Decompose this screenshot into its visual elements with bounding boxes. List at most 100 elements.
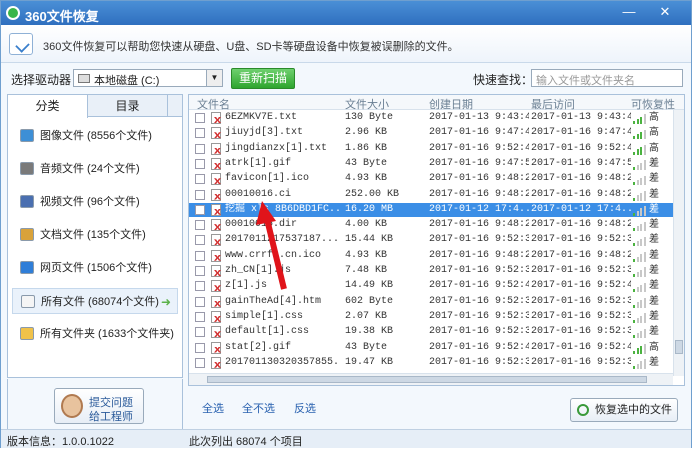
- table-row[interactable]: atrk[1].gif 43 Byte 2017-01-16 9:47:51 2017…: [189, 157, 673, 171]
- row-checkbox[interactable]: [195, 266, 205, 276]
- cell-name: default[1].css: [225, 326, 310, 338]
- table-row[interactable]: 挖掘 xls 8B6DBD1FC... 16.20 MB 2017-01-12 17…: [189, 202, 673, 218]
- category-item[interactable]: 所有文件 (68074个文件) ➜: [12, 288, 178, 314]
- table-row[interactable]: z[1].js 14.49 KB 2017-01-16 9:52:42 2017-01…: [189, 279, 673, 293]
- category-item[interactable]: 网页文件 (1506个文件): [12, 255, 178, 281]
- category-icon: [21, 295, 35, 308]
- signal-bars-icon: [633, 313, 647, 323]
- cell-accessed: 2017-01-16 9:48:25: [531, 249, 631, 261]
- col-accessed[interactable]: 最后访问: [531, 96, 575, 112]
- recover-button[interactable]: 恢复选中的文件: [570, 398, 678, 422]
- window-title: 360文件恢复: [25, 9, 99, 24]
- rescan-button[interactable]: 重新扫描: [231, 68, 295, 89]
- table-row[interactable]: 00010016.dir 4.00 KB 2017-01-16 9:48:23 201…: [189, 218, 673, 232]
- row-checkbox[interactable]: [195, 220, 205, 231]
- row-checkbox[interactable]: [195, 128, 205, 139]
- category-item[interactable]: 音频文件 (24个文件): [12, 156, 178, 182]
- drive-value: 本地磁盘 (C:): [94, 75, 160, 87]
- signal-bars-icon: [633, 359, 647, 369]
- recover-label: 恢复选中的文件: [595, 404, 672, 416]
- col-recoverable[interactable]: 可恢复性: [631, 96, 675, 112]
- col-size[interactable]: 文件大小: [345, 96, 389, 112]
- row-checkbox[interactable]: [195, 342, 205, 353]
- cell-size: 19.38 KB: [345, 326, 394, 338]
- scroll-thumb[interactable]: [675, 340, 683, 354]
- info-header: 360文件恢复可以帮助您快速从硬盘、U盘、SD卡等硬盘设备中恢复被误删除的文件。: [1, 25, 691, 63]
- signal-bars-icon: [633, 343, 647, 354]
- row-checkbox[interactable]: [195, 250, 205, 261]
- category-item[interactable]: 所有文件夹 (1633个文件夹): [12, 321, 178, 347]
- cell-name: 6EZMKV7E.txt: [225, 112, 298, 123]
- row-checkbox[interactable]: [195, 204, 205, 215]
- signal-bars-icon: [633, 114, 647, 124]
- col-name[interactable]: 文件名: [197, 96, 230, 112]
- table-row[interactable]: jingdianzx[1].txt 1.86 KB 2017-01-16 9:52:…: [189, 142, 673, 156]
- row-checkbox[interactable]: [195, 143, 205, 154]
- category-item[interactable]: 图像文件 (8556个文件): [12, 123, 178, 149]
- submit-issue-button[interactable]: 提交问题 给工程师: [54, 388, 144, 424]
- table-row[interactable]: 2017011217537187... 15.44 KB 2017-01-16 9:…: [189, 233, 673, 247]
- cell-size: 4.00 KB: [345, 219, 388, 231]
- deleted-file-icon: [211, 234, 221, 247]
- row-checkbox[interactable]: [195, 189, 205, 200]
- cell-created: 2017-01-16 9:47:51: [429, 157, 529, 169]
- table-row[interactable]: 6EZMKV7E.txt 130 Byte 2017-01-13 9:43:45 20…: [189, 111, 673, 125]
- minimize-button[interactable]: —: [617, 3, 641, 21]
- tab-category[interactable]: 分类: [8, 95, 88, 118]
- row-checkbox[interactable]: [195, 296, 205, 307]
- cell-recoverable: 差: [649, 280, 659, 292]
- cell-accessed: 2017-01-16 9:47:49: [531, 127, 631, 139]
- search-input[interactable]: 输入文件或文件夹名: [531, 69, 683, 87]
- cell-size: 2.07 KB: [345, 310, 388, 322]
- deleted-file-icon: [211, 280, 221, 293]
- table-row[interactable]: 00010016.ci 252.00 KB 2017-01-16 9:48:23 20…: [189, 188, 673, 202]
- chevron-down-icon[interactable]: ▼: [206, 70, 222, 86]
- table-row[interactable]: stat[2].gif 43 Byte 2017-01-16 9:52:40 2017…: [189, 341, 673, 355]
- table-row[interactable]: jiuyjd[3].txt 2.96 KB 2017-01-16 9:47:49 20…: [189, 126, 673, 140]
- cell-size: 130 Byte: [345, 112, 394, 123]
- tab-directory[interactable]: 目录: [88, 95, 168, 117]
- table-row[interactable]: default[1].css 19.38 KB 2017-01-16 9:52:38…: [189, 325, 673, 339]
- category-item[interactable]: 文档文件 (135个文件): [12, 222, 178, 248]
- row-checkbox[interactable]: [195, 311, 205, 322]
- row-checkbox[interactable]: [195, 158, 205, 169]
- table-row[interactable]: gainTheAd[4].htm 602 Byte 2017-01-16 9:52:…: [189, 295, 673, 309]
- category-icon: [20, 327, 34, 340]
- cell-name: z[1].js: [225, 280, 268, 292]
- hscroll-thumb[interactable]: [207, 376, 647, 383]
- cell-created: 2017-01-16 9:52:38: [429, 326, 529, 338]
- horizontal-scrollbar[interactable]: [189, 373, 673, 385]
- col-created[interactable]: 创建日期: [429, 96, 473, 112]
- cell-recoverable: 差: [649, 356, 659, 368]
- row-checkbox[interactable]: [195, 327, 205, 338]
- vertical-scrollbar[interactable]: [673, 110, 684, 376]
- cell-size: 602 Byte: [345, 295, 394, 307]
- cell-recoverable: 高: [649, 112, 659, 123]
- cell-accessed: 2017-01-16 9:52:39: [531, 234, 631, 246]
- row-checkbox[interactable]: [195, 174, 205, 185]
- action-bar: 全选 全不选 反选 恢复选中的文件: [188, 393, 685, 427]
- table-row[interactable]: 201701130320357855... 19.47 KB 2017-01-16 …: [189, 356, 673, 370]
- table-row[interactable]: simple[1].css 2.07 KB 2017-01-16 9:52:38 20…: [189, 310, 673, 324]
- category-icon: [20, 261, 34, 274]
- select-all-link[interactable]: 全选: [202, 400, 224, 416]
- table-row[interactable]: favicon[1].ico 4.93 KB 2017-01-16 9:48:25 2…: [189, 172, 673, 186]
- table-row[interactable]: zh_CN[1].js 7.48 KB 2017-01-16 9:52:38 2017…: [189, 264, 673, 278]
- table-row[interactable]: www.crrfs.cn.ico 4.93 KB 2017-01-16 9:48:2…: [189, 249, 673, 263]
- drive-select[interactable]: 本地磁盘 (C:) ▼: [73, 69, 223, 87]
- deleted-file-icon: [211, 188, 221, 201]
- signal-bars-icon: [633, 160, 647, 170]
- close-button[interactable]: ✕: [653, 3, 677, 21]
- row-checkbox[interactable]: [195, 281, 205, 292]
- row-checkbox[interactable]: [195, 235, 205, 246]
- row-checkbox[interactable]: [195, 113, 205, 123]
- invert-selection-link[interactable]: 反选: [294, 400, 316, 416]
- cell-created: 2017-01-12 17:4...: [429, 203, 529, 215]
- cell-name: 2017011217537187...: [225, 234, 340, 246]
- cell-created: 2017-01-16 9:52:39: [429, 295, 529, 307]
- cell-created: 2017-01-13 9:43:45: [429, 112, 529, 123]
- select-none-link[interactable]: 全不选: [242, 400, 275, 416]
- category-item[interactable]: 视频文件 (96个文件): [12, 189, 178, 215]
- row-checkbox[interactable]: [195, 357, 205, 368]
- cell-recoverable: 差: [649, 265, 659, 276]
